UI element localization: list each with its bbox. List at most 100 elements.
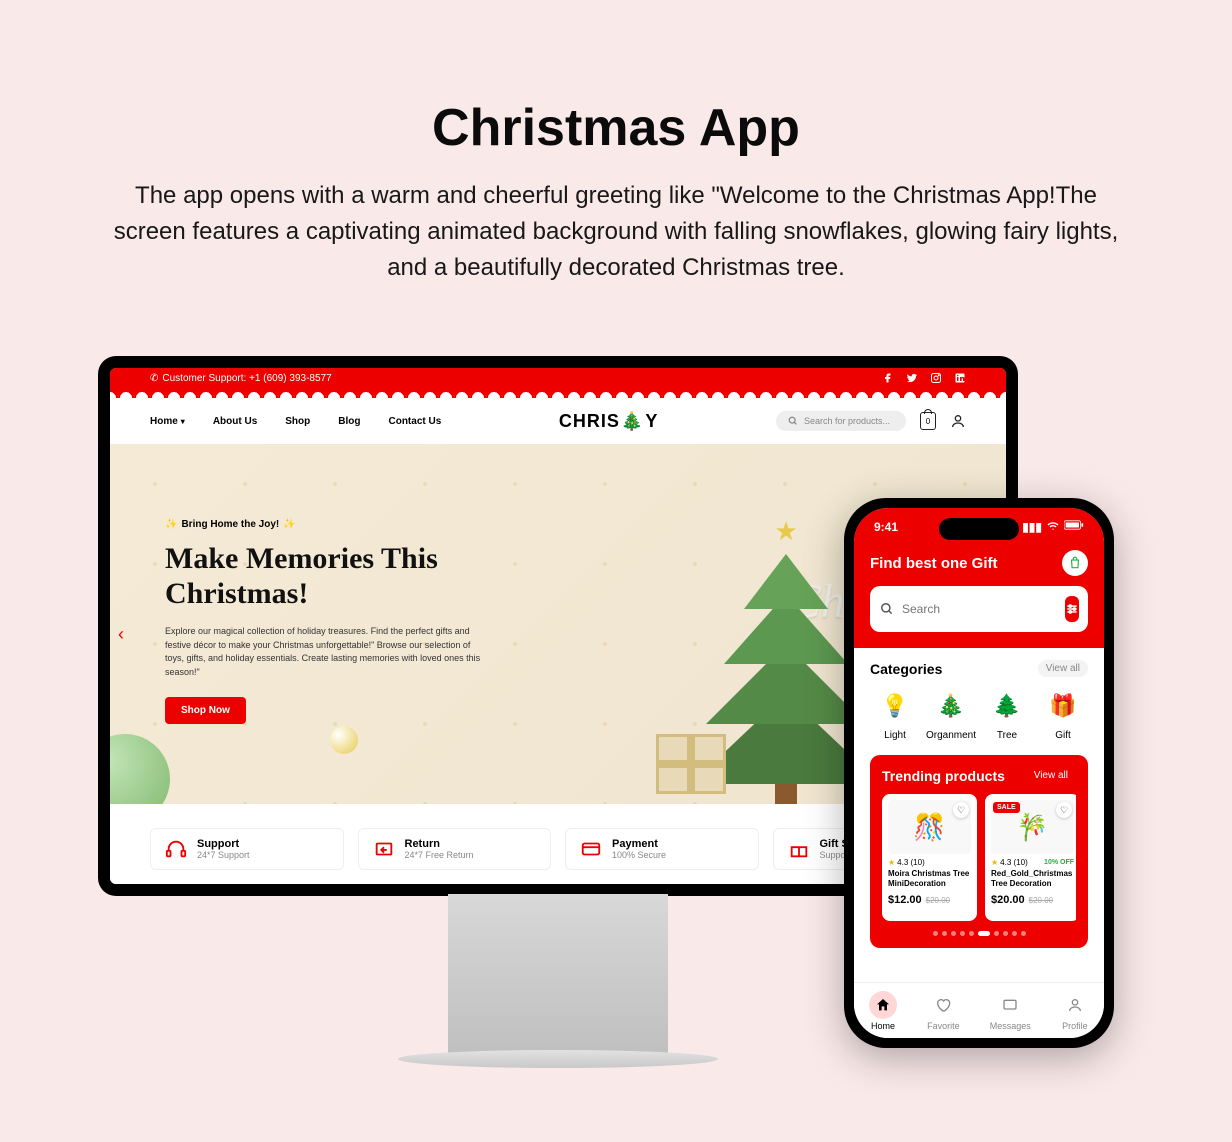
nav-links: Home▾ About Us Shop Blog Contact Us <box>150 416 441 427</box>
rating: ★4.3 (10) <box>888 858 971 867</box>
cart-count: 0 <box>926 417 930 426</box>
app-title: Find best one Gift <box>870 555 998 572</box>
product-name: Red_Gold_Christmas Tree Decoration <box>991 869 1074 890</box>
search-field[interactable] <box>902 602 1057 616</box>
profile-icon <box>1061 991 1089 1019</box>
nav-blog[interactable]: Blog <box>338 416 360 427</box>
headset-icon <box>165 838 187 860</box>
phone-notch <box>939 518 1019 540</box>
star-icon: ★ <box>991 858 998 867</box>
navbar: Home▾ About Us Shop Blog Contact Us CHRI… <box>110 398 1006 444</box>
carousel-prev-icon[interactable]: ‹ <box>118 624 124 645</box>
shop-now-button[interactable]: Shop Now <box>165 697 246 724</box>
feature-sub: 100% Secure <box>612 850 666 860</box>
return-icon <box>373 838 395 860</box>
trending-section: Trending products View all ♡ 🎊 ★4.3 (10)… <box>870 755 1088 948</box>
tab-messages[interactable]: Messages <box>990 991 1031 1031</box>
cart-button[interactable]: 0 <box>920 412 936 430</box>
old-price: $20.00 <box>1029 896 1053 905</box>
categories-title: Categories <box>870 661 942 677</box>
logo-tree-icon: 🎄 <box>621 411 644 432</box>
feature-payment: Payment100% Secure <box>565 828 759 870</box>
tab-favorite[interactable]: Favorite <box>927 991 960 1031</box>
phone-frame: 9:41 ▮▮▮ Find best one Gift <box>844 498 1114 1048</box>
search-icon <box>788 416 798 426</box>
favorite-button[interactable]: ♡ <box>1056 802 1072 818</box>
showcase-card: Christmas App The app opens with a warm … <box>38 38 1194 1104</box>
user-icon[interactable] <box>950 413 966 429</box>
feature-support: Support24*7 Support <box>150 828 344 870</box>
category-tree[interactable]: 🌲Tree <box>982 687 1032 741</box>
logo-left: CHRIS <box>559 411 620 432</box>
trending-title: Trending products <box>882 768 1005 784</box>
payment-icon <box>580 838 602 860</box>
wifi-icon <box>1046 520 1060 534</box>
pagination-dots[interactable] <box>882 931 1076 936</box>
monitor-base <box>398 1050 718 1068</box>
app-body: Categories View all 💡Light 🎄Organment 🌲T… <box>854 648 1104 960</box>
gift-icon <box>788 838 810 860</box>
category-list: 💡Light 🎄Organment 🌲Tree 🎁Gift <box>870 687 1088 741</box>
category-light[interactable]: 💡Light <box>870 687 920 741</box>
signal-icon: ▮▮▮ <box>1022 520 1042 534</box>
discount: 10% OFF <box>1044 859 1074 866</box>
search-icon <box>880 602 894 616</box>
product-card[interactable]: SALE ♡ 🎋 ★4.3 (10)10% OFF Red_Gold_Chris… <box>985 794 1076 921</box>
view-all-button[interactable]: View all <box>1038 660 1088 677</box>
message-icon <box>996 991 1024 1019</box>
favorite-button[interactable]: ♡ <box>953 802 969 818</box>
logo[interactable]: CHRIS 🎄 Y <box>559 411 658 432</box>
page-title: Christmas App <box>68 98 1164 158</box>
view-all-button[interactable]: View all <box>1026 767 1076 784</box>
status-icons: ▮▮▮ <box>1022 520 1084 534</box>
tab-home[interactable]: Home <box>869 991 897 1031</box>
support-text: Customer Support: +1 (609) 393-8577 <box>162 373 331 384</box>
nav-shop[interactable]: Shop <box>285 416 310 427</box>
rating: ★4.3 (10)10% OFF <box>991 858 1074 867</box>
facebook-icon[interactable] <box>882 372 894 384</box>
search-bar[interactable] <box>870 586 1088 632</box>
topbar: ✆ Customer Support: +1 (609) 393-8577 <box>110 368 1006 388</box>
phone-screen: 9:41 ▮▮▮ Find best one Gift <box>854 508 1104 1038</box>
category-ornament[interactable]: 🎄Organment <box>926 687 976 741</box>
chevron-down-icon: ▾ <box>181 417 185 426</box>
status-time: 9:41 <box>874 520 898 534</box>
feature-title: Return <box>405 838 474 850</box>
instagram-icon[interactable] <box>930 372 942 384</box>
search-input[interactable]: Search for products... <box>776 411 906 431</box>
price: $12.00 <box>888 894 922 906</box>
feature-title: Support <box>197 838 250 850</box>
phone-icon: ✆ <box>150 373 158 384</box>
logo-right: Y <box>645 411 658 432</box>
nav-contact[interactable]: Contact Us <box>388 416 441 427</box>
app-header: Find best one Gift <box>854 540 1104 648</box>
tab-profile[interactable]: Profile <box>1061 991 1089 1031</box>
product-list[interactable]: ♡ 🎊 ★4.3 (10) Moira Christmas Tree MiniD… <box>882 794 1076 921</box>
product-card[interactable]: ♡ 🎊 ★4.3 (10) Moira Christmas Tree MiniD… <box>882 794 977 921</box>
search-placeholder: Search for products... <box>804 416 890 426</box>
feature-title: Payment <box>612 838 666 850</box>
product-name: Moira Christmas Tree MiniDecoration <box>888 869 971 890</box>
categories-header: Categories View all <box>870 660 1088 677</box>
battery-icon <box>1064 520 1084 534</box>
category-gift[interactable]: 🎁Gift <box>1038 687 1088 741</box>
price: $20.00 <box>991 894 1025 906</box>
hero-body: Explore our magical collection of holida… <box>165 625 485 679</box>
nav-about[interactable]: About Us <box>213 416 257 427</box>
sparkle-icon: ✨ <box>165 519 177 530</box>
scallop-trim <box>110 388 1006 398</box>
nav-home[interactable]: Home▾ <box>150 416 185 427</box>
shopping-bag-button[interactable] <box>1062 550 1088 576</box>
customer-support[interactable]: ✆ Customer Support: +1 (609) 393-8577 <box>150 373 332 384</box>
linkedin-icon[interactable] <box>954 372 966 384</box>
ornament-ball-small <box>330 726 358 754</box>
star-icon: ★ <box>888 858 895 867</box>
tab-bar: Home Favorite Messages Profile <box>854 982 1104 1038</box>
twitter-icon[interactable] <box>906 372 918 384</box>
hero-content: ✨Bring Home the Joy!✨ Make Memories This… <box>165 519 485 724</box>
filter-button[interactable] <box>1065 596 1079 622</box>
heart-icon <box>929 991 957 1019</box>
sale-badge: SALE <box>993 802 1020 813</box>
monitor-stand <box>448 894 668 1054</box>
home-icon <box>869 991 897 1019</box>
